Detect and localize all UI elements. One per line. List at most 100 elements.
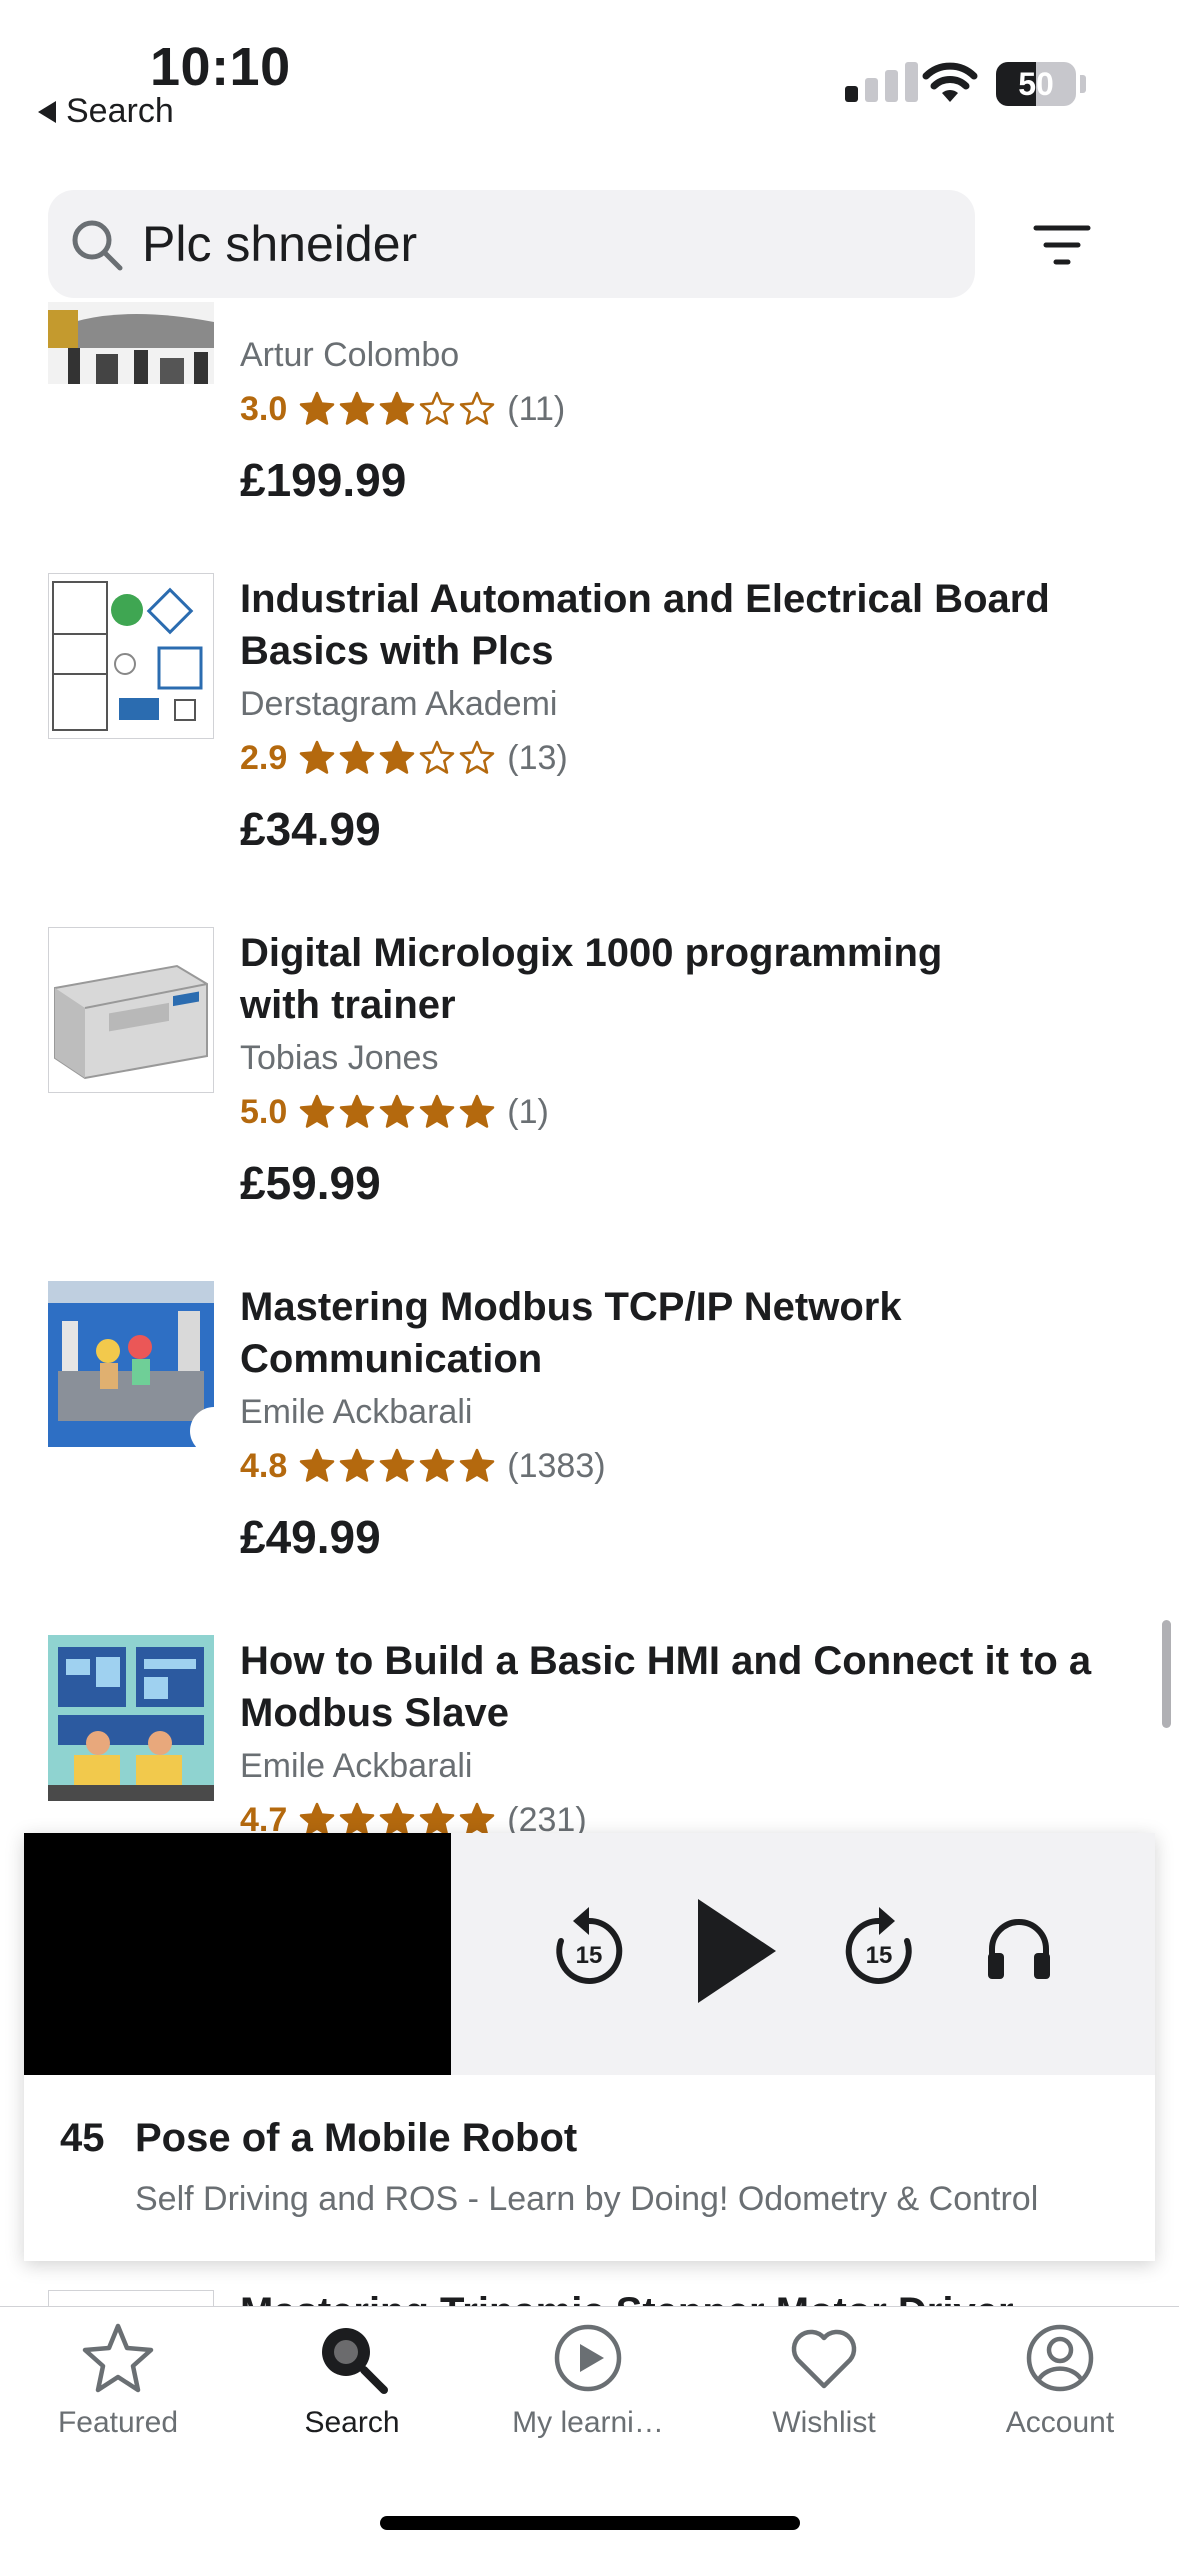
tab-search[interactable]: Search — [234, 2320, 470, 2440]
course-title: Digital Micrologix 1000 programming with… — [240, 931, 943, 1027]
battery-icon: 50 — [996, 62, 1076, 106]
rating-value: 5.0 — [240, 1092, 288, 1131]
course-item[interactable]: How to Build a Basic HMI and Connect it … — [240, 1635, 1140, 1842]
course-image — [48, 1635, 214, 1801]
course-image — [49, 574, 213, 738]
tab-wishlist[interactable]: Wishlist — [706, 2320, 942, 2440]
tab-label: Account — [1005, 2406, 1115, 2439]
rewind-15-icon[interactable]: 15 — [549, 1903, 629, 1999]
course-thumbnail[interactable] — [48, 1281, 214, 1447]
tab-my-learning[interactable]: My learni… — [470, 2320, 706, 2440]
star-filled-icon — [300, 1448, 335, 1482]
home-indicator — [380, 2516, 800, 2530]
mini-player[interactable]: 15 15 45 Pose of a Mobile Robot Self Dri… — [24, 1833, 1155, 2261]
rating-stars — [299, 740, 495, 776]
course-author: Emile Ackbarali — [240, 1393, 473, 1431]
star-filled-icon — [420, 1094, 455, 1128]
lecture-course-title: Self Driving and ROS - Learn by Doing! O… — [135, 2180, 1039, 2218]
tab-label: Search — [304, 2406, 400, 2439]
cellular-signal-icon — [845, 62, 918, 102]
course-thumbnail[interactable] — [48, 302, 214, 384]
star-filled-icon — [300, 740, 335, 774]
scroll-indicator — [1162, 1620, 1171, 1728]
course-title: Industrial Automation and Electrical Boa… — [240, 577, 1050, 673]
lecture-number: 45 — [60, 2116, 105, 2160]
course-item[interactable]: Digital Micrologix 1000 programming with… — [240, 927, 1140, 1210]
course-image — [48, 302, 214, 384]
star-filled-icon — [420, 1448, 455, 1482]
star-icon — [82, 2323, 154, 2393]
star-filled-icon — [380, 1094, 415, 1128]
rating-stars — [299, 391, 495, 427]
headphones-icon[interactable] — [984, 1913, 1054, 1983]
star-filled-icon — [380, 391, 415, 425]
rating-row: 4.8 (1383) — [240, 1444, 1140, 1488]
course-price: £199.99 — [240, 454, 407, 506]
tab-featured[interactable]: Featured — [0, 2320, 236, 2440]
course-thumbnail[interactable] — [48, 927, 214, 1093]
star-filled-icon — [340, 740, 375, 774]
tab-label: Featured — [57, 2406, 179, 2439]
rating-value: 2.9 — [240, 738, 288, 777]
course-item[interactable]: Artur Colombo 3.0 (11) £199.99 — [240, 336, 1140, 507]
rating-count: (1383) — [507, 1446, 606, 1485]
play-icon[interactable] — [684, 1893, 784, 2009]
star-filled-icon — [340, 1448, 375, 1482]
course-item[interactable]: Industrial Automation and Electrical Boa… — [240, 573, 1140, 856]
course-thumbnail[interactable] — [48, 573, 214, 739]
course-image — [49, 928, 213, 1092]
star-filled-icon — [340, 391, 375, 425]
rating-count: (1) — [507, 1092, 549, 1131]
course-price: £34.99 — [240, 803, 381, 855]
wifi-icon — [922, 62, 978, 102]
course-image — [48, 1281, 214, 1447]
battery-level: 50 — [1018, 66, 1054, 102]
search-icon — [322, 2328, 388, 2394]
course-title: Mastering Modbus TCP/IP Network Communic… — [240, 1285, 902, 1381]
course-author: Artur Colombo — [240, 336, 460, 374]
tab-label: Wishlist — [772, 2406, 876, 2439]
rating-stars — [299, 1448, 495, 1484]
star-filled-icon — [300, 391, 335, 425]
rating-count: (11) — [507, 389, 566, 428]
back-arrow-icon — [38, 100, 56, 123]
search-input[interactable] — [142, 190, 942, 298]
course-author: Emile Ackbarali — [240, 1747, 473, 1785]
star-filled-icon — [460, 1094, 495, 1128]
course-title: How to Build a Basic HMI and Connect it … — [240, 1639, 1092, 1735]
account-icon — [1026, 2324, 1094, 2392]
rating-row: 5.0 (1) — [240, 1090, 1140, 1134]
star-empty-icon — [420, 391, 455, 425]
heart-icon — [791, 2329, 857, 2389]
course-author: Derstagram Akademi — [240, 685, 558, 723]
tab-label: My learni… — [512, 2406, 664, 2439]
star-filled-icon — [300, 1094, 335, 1128]
lecture-title: Pose of a Mobile Robot — [135, 2116, 578, 2160]
search-icon — [72, 220, 123, 271]
course-thumbnail[interactable] — [48, 1635, 214, 1801]
forward-15-icon[interactable]: 15 — [839, 1903, 919, 1999]
star-filled-icon — [380, 740, 415, 774]
battery-cap — [1080, 75, 1086, 93]
rating-row: 2.9 (13) — [240, 736, 1140, 780]
rewind-seconds: 15 — [576, 1942, 603, 1969]
rating-value: 3.0 — [240, 389, 288, 428]
play-circle-icon — [554, 2324, 622, 2392]
course-price: £49.99 — [240, 1511, 381, 1563]
status-time: 10:10 — [150, 37, 291, 97]
filter-icon[interactable] — [1032, 222, 1092, 268]
back-label: Search — [66, 92, 174, 130]
rating-value: 4.8 — [240, 1446, 288, 1485]
tab-account[interactable]: Account — [942, 2320, 1178, 2440]
video-preview[interactable] — [24, 1833, 451, 2075]
course-price: £59.99 — [240, 1157, 381, 1209]
rating-stars — [299, 1094, 495, 1130]
back-to-search-link[interactable]: Search — [38, 92, 174, 131]
star-filled-icon — [380, 1448, 415, 1482]
course-item[interactable]: Mastering Modbus TCP/IP Network Communic… — [240, 1281, 1140, 1564]
star-filled-icon — [340, 1094, 375, 1128]
course-author: Tobias Jones — [240, 1039, 439, 1077]
star-empty-icon — [460, 740, 495, 774]
star-empty-icon — [420, 740, 455, 774]
star-empty-icon — [460, 391, 495, 425]
